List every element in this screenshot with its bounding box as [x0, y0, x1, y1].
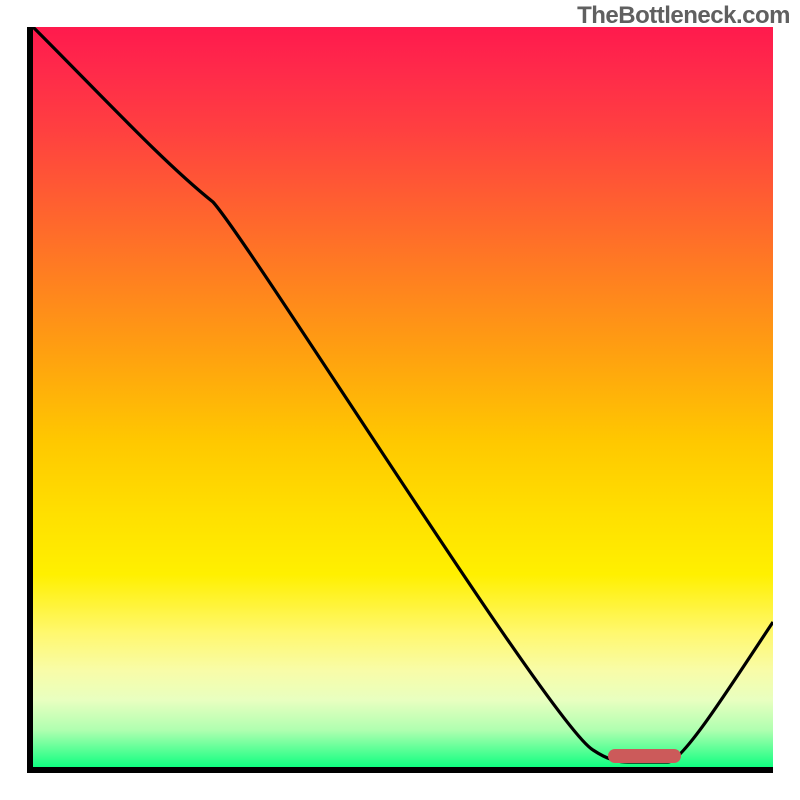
watermark-text: TheBottleneck.com: [577, 2, 790, 30]
curve-layer: [33, 27, 773, 767]
chart-container: TheBottleneck.com: [0, 0, 800, 800]
plot-frame: [27, 27, 773, 773]
bottleneck-curve: [33, 27, 773, 762]
optimal-range-marker: [608, 749, 681, 763]
